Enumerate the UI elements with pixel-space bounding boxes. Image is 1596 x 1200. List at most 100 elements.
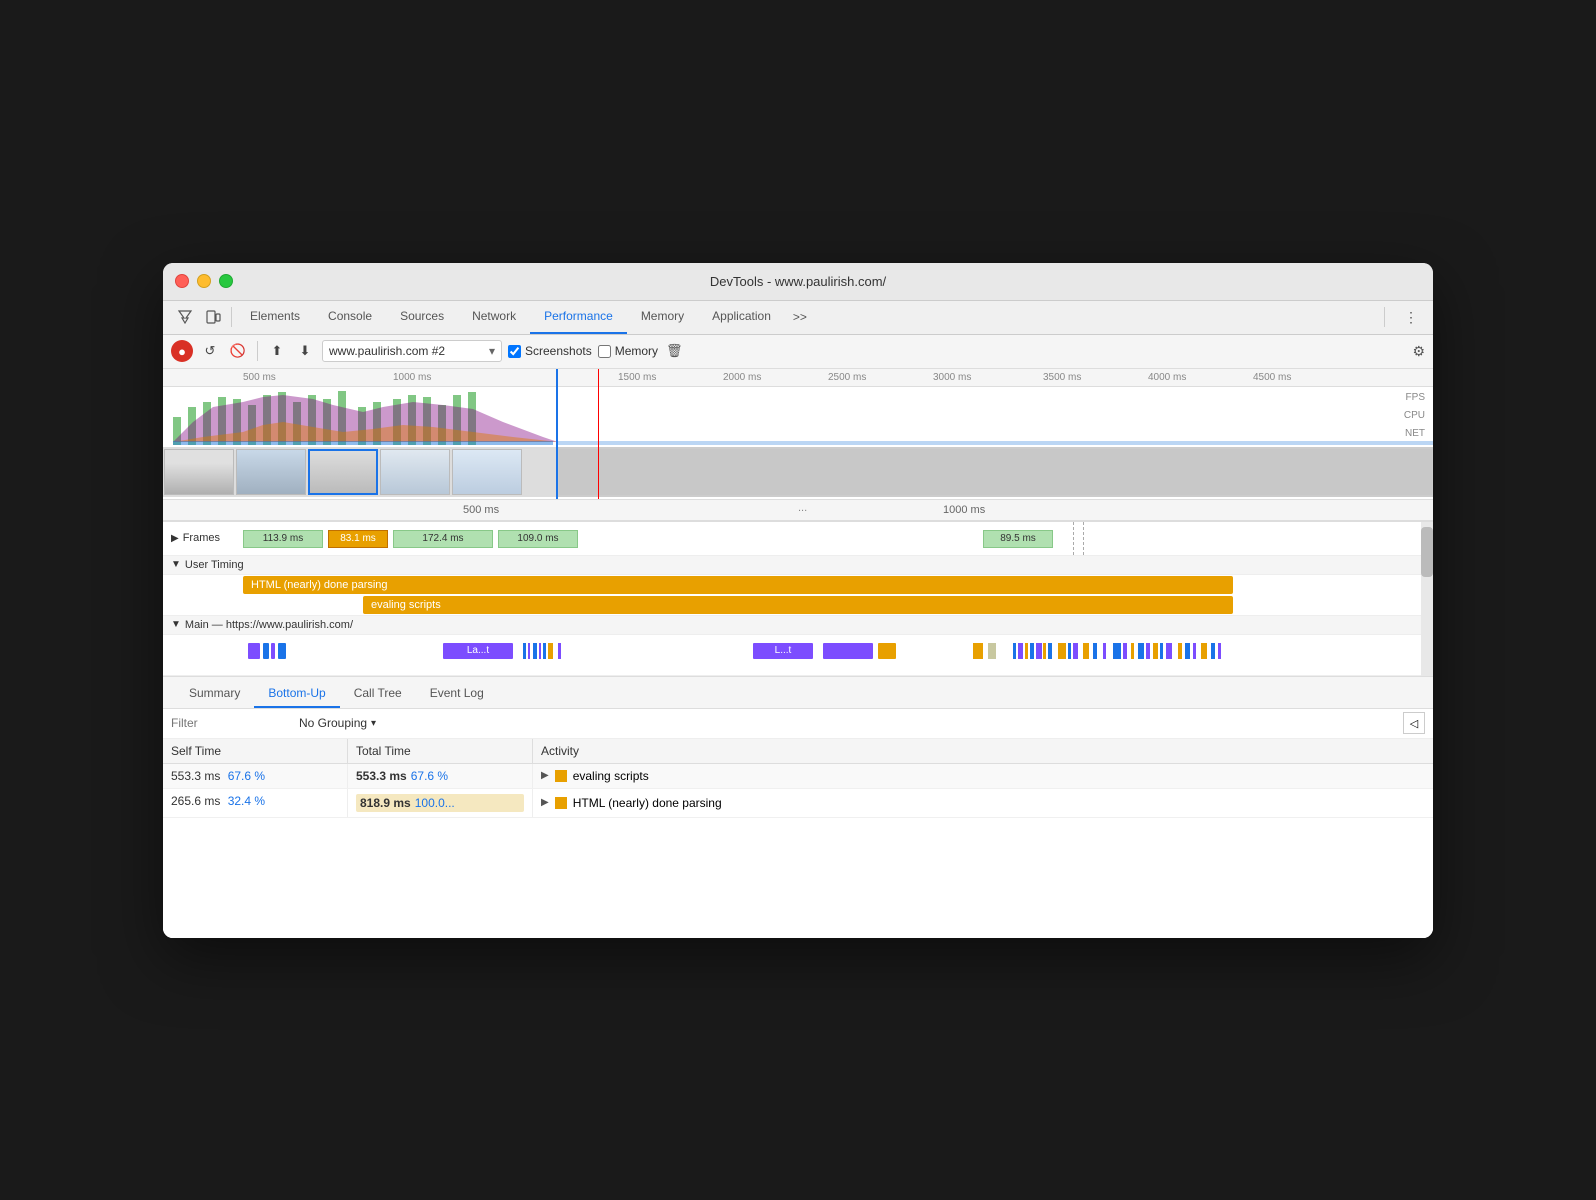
inspector-icon[interactable]	[171, 303, 199, 331]
screenshot-thumb-5	[452, 449, 522, 495]
main-tiny-7	[558, 643, 561, 659]
filter-input[interactable]	[171, 716, 291, 730]
clear-recordings-button[interactable]: 🗑	[666, 343, 683, 359]
user-timing-expand-icon[interactable]: ▼	[171, 559, 181, 570]
minimize-button[interactable]	[197, 274, 211, 288]
grouping-label: No Grouping	[299, 716, 367, 730]
fps-label: FPS	[1404, 389, 1425, 407]
tab-summary[interactable]: Summary	[175, 680, 254, 708]
cpu-label: CPU	[1404, 407, 1425, 425]
bottom-panel: Summary Bottom-Up Call Tree Event Log No…	[163, 677, 1433, 938]
main-tiny-6	[548, 643, 553, 659]
scrollbar-track[interactable]	[1421, 522, 1433, 676]
table-empty-space	[163, 818, 1433, 938]
dotdotdot-label: ...	[798, 502, 807, 514]
activity-expand-1[interactable]: ▶	[541, 770, 549, 781]
frame-block-3: 172.4 ms	[393, 530, 493, 548]
main-tiny-r15	[1123, 643, 1127, 659]
collapse-panel-button[interactable]: ◁	[1403, 712, 1425, 734]
main-tiny-r7	[1048, 643, 1052, 659]
settings-button[interactable]: ⚙	[1412, 343, 1425, 360]
download-button[interactable]: ⬇	[294, 340, 316, 362]
memory-checkbox[interactable]	[598, 345, 611, 358]
main-event-1	[248, 643, 260, 659]
tab-memory[interactable]: Memory	[627, 300, 698, 334]
main-tiny-3	[533, 643, 537, 659]
screenshots-checkbox[interactable]	[508, 345, 521, 358]
ruler-500ms-label: 500 ms	[243, 372, 276, 383]
main-event-big3	[823, 643, 873, 659]
upload-button[interactable]: ⬆	[266, 340, 288, 362]
title-bar: DevTools - www.paulirish.com/	[163, 263, 1433, 301]
frame-block-2-selected: 83.1 ms	[328, 530, 388, 548]
maximize-button[interactable]	[219, 274, 233, 288]
ruler-1500ms: 1500 ms	[618, 372, 656, 383]
grouping-select[interactable]: No Grouping ▾	[299, 716, 376, 730]
clear-button[interactable]: 🚫	[227, 340, 249, 362]
main-tiny-r16	[1131, 643, 1134, 659]
cell-self-2: 265.6 ms 32.4 %	[163, 789, 348, 817]
reload-button[interactable]: ↺	[199, 340, 221, 362]
tab-separator-1	[231, 307, 232, 327]
record-button[interactable]: ●	[171, 340, 193, 362]
timing-bar-row-2: evaling scripts	[163, 595, 1433, 615]
tab-bottom-up[interactable]: Bottom-Up	[254, 680, 339, 708]
user-timing-text: User Timing	[185, 559, 244, 571]
main-tiny-r26	[1211, 643, 1215, 659]
main-tiny-2	[528, 643, 530, 659]
frame-block-5: 89.5 ms	[983, 530, 1053, 548]
url-select[interactable]: www.paulirish.com #2 ▾	[322, 340, 502, 362]
tab-elements[interactable]: Elements	[236, 300, 314, 334]
main-label-row: ▼ Main — https://www.paulirish.com/	[163, 616, 1433, 635]
frame-time-4: 109.0 ms	[517, 533, 558, 544]
devtools-window: DevTools - www.paulirish.com/ Elements C…	[163, 263, 1433, 938]
main-tiny-r21	[1166, 643, 1172, 659]
url-value: www.paulirish.com #2	[329, 344, 485, 358]
more-options-icon[interactable]: ⋮	[1397, 303, 1425, 331]
main-tiny-r17	[1138, 643, 1144, 659]
tab-call-tree[interactable]: Call Tree	[340, 680, 416, 708]
memory-checkbox-label[interactable]: Memory	[598, 344, 658, 358]
main-tiny-r1	[1013, 643, 1016, 659]
ruler-4500ms: 4500 ms	[1253, 372, 1291, 383]
close-button[interactable]	[175, 274, 189, 288]
tab-sources[interactable]: Sources	[386, 300, 458, 334]
main-tiny-r13	[1103, 643, 1106, 659]
main-tiny-r24	[1193, 643, 1196, 659]
total-time-value-2: 818.9 ms	[360, 796, 411, 810]
screenshots-checkbox-label[interactable]: Screenshots	[508, 344, 592, 358]
activity-expand-2[interactable]: ▶	[541, 797, 549, 808]
scrollbar-thumb[interactable]	[1421, 527, 1433, 577]
dashed-line-1	[1073, 522, 1074, 555]
timing-html-label: HTML (nearly) done parsing	[251, 579, 388, 591]
window-title: DevTools - www.paulirish.com/	[710, 274, 886, 289]
tab-separator-2	[1384, 307, 1385, 327]
toolbar-separator-1	[257, 341, 258, 361]
activity-label-1: evaling scripts	[573, 769, 649, 783]
device-mode-icon[interactable]	[199, 303, 227, 331]
tab-console[interactable]: Console	[314, 300, 386, 334]
tab-performance[interactable]: Performance	[530, 300, 627, 334]
self-time-value-2: 265.6 ms	[171, 794, 220, 808]
main-tiny-r2	[1018, 643, 1023, 659]
tab-network[interactable]: Network	[458, 300, 530, 334]
main-expand-icon[interactable]: ▼	[171, 619, 181, 630]
tabs-overflow-button[interactable]: >>	[785, 304, 815, 330]
ruler-top-left: 500 ms 1000 ms	[163, 369, 556, 387]
self-percent-2: 32.4 %	[228, 794, 265, 808]
main-tiny-r5	[1036, 643, 1042, 659]
user-timing-label-row: ▼ User Timing	[163, 556, 1433, 575]
screenshot-thumb-3	[308, 449, 378, 495]
performance-toolbar: ● ↺ 🚫 ⬆ ⬇ www.paulirish.com #2 ▾ Screens…	[163, 335, 1433, 369]
net-label: NET	[1404, 425, 1425, 443]
total-time-value-1: 553.3 ms	[356, 769, 407, 783]
cell-total-2: 818.9 ms 100.0...	[348, 789, 533, 817]
frames-expand-icon[interactable]: ▶	[171, 533, 179, 544]
main-tiny-r14	[1113, 643, 1121, 659]
ruler-3500ms: 3500 ms	[1043, 372, 1081, 383]
main-tiny-5	[543, 643, 546, 659]
main-tiny-r11	[1083, 643, 1089, 659]
tab-application[interactable]: Application	[698, 300, 785, 334]
frame-block-1: 113.9 ms	[243, 530, 323, 548]
tab-event-log[interactable]: Event Log	[416, 680, 498, 708]
